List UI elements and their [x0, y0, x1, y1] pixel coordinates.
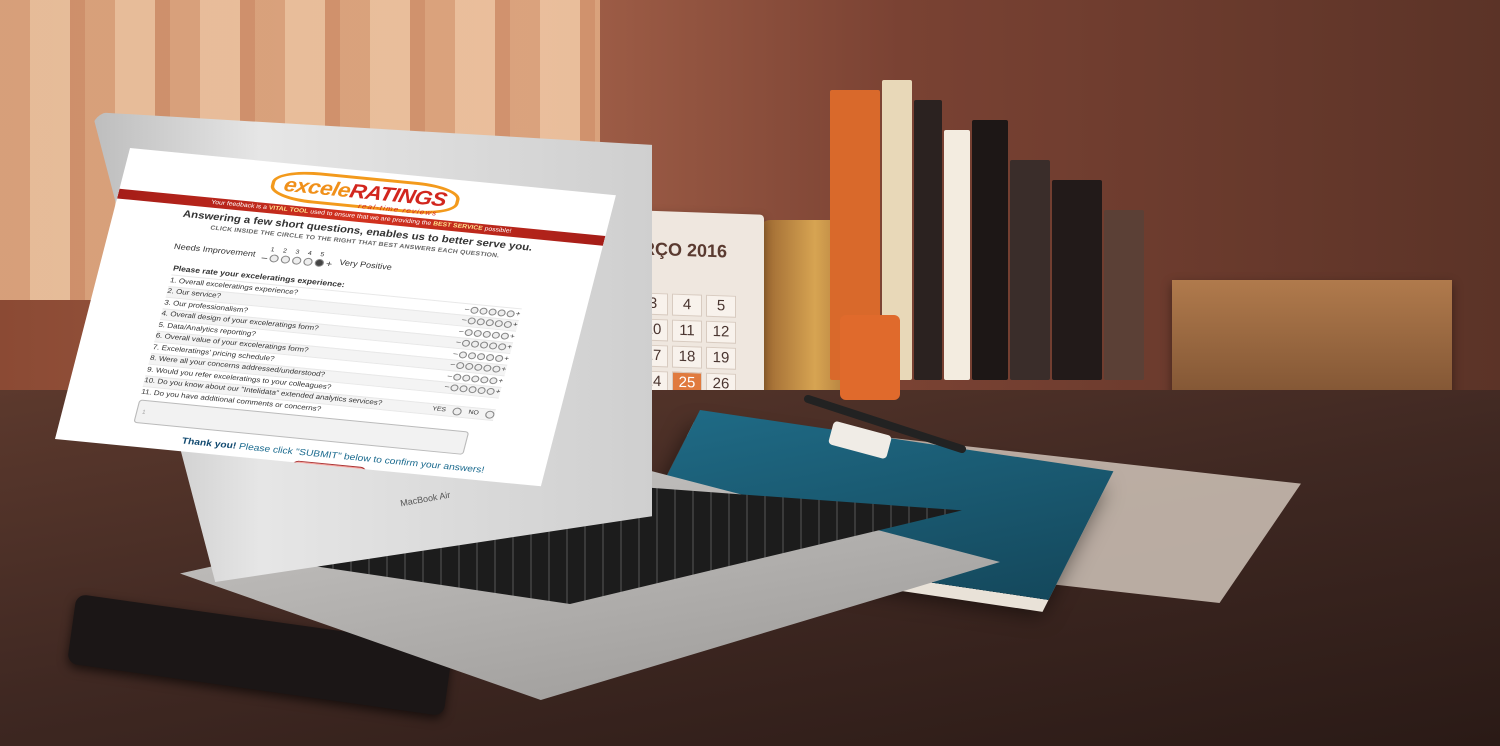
minus-icon: – — [443, 383, 451, 392]
rating-radio[interactable] — [461, 374, 472, 382]
book — [914, 100, 942, 380]
rating-radio[interactable] — [478, 307, 489, 315]
plus-icon: + — [506, 344, 513, 352]
book — [1052, 180, 1102, 380]
plus-icon: + — [500, 366, 507, 374]
book — [1010, 160, 1050, 380]
rating-radio[interactable] — [479, 375, 490, 384]
book — [1104, 210, 1144, 380]
scale-high-label: Very Positive — [338, 257, 394, 272]
rating-radio[interactable] — [485, 353, 495, 362]
rating-radio[interactable] — [467, 386, 478, 394]
rating-radio[interactable] — [455, 362, 465, 370]
scale-circle-filled-icon — [313, 258, 325, 268]
scale-circle-icon — [291, 256, 303, 266]
plus-icon: + — [514, 310, 522, 318]
calendar-day: 19 — [706, 346, 736, 370]
banner-suffix: possible! — [483, 226, 512, 235]
logo-text-part1: excele — [281, 174, 353, 202]
yes-label: YES — [431, 405, 447, 414]
minus-icon: – — [449, 361, 456, 369]
no-radio[interactable] — [484, 410, 496, 419]
thanks-strong: Thank you! — [180, 435, 238, 451]
rating-radio[interactable] — [490, 331, 501, 339]
rating-radio[interactable] — [482, 364, 493, 373]
rating-radio[interactable] — [466, 317, 477, 325]
rating-radio[interactable] — [475, 318, 486, 326]
plus-icon: + — [503, 355, 510, 363]
rating-radio[interactable] — [479, 341, 489, 350]
calendar-day: 5 — [706, 294, 736, 318]
rating-radio[interactable] — [487, 308, 498, 316]
rating-radio[interactable] — [476, 386, 487, 395]
calendar-day: 12 — [706, 320, 736, 344]
rating-radio[interactable] — [470, 374, 481, 383]
rating-radio[interactable] — [460, 339, 471, 348]
plus-icon: + — [494, 388, 502, 396]
scale-circle-icon — [302, 257, 314, 267]
rating-radio[interactable] — [458, 350, 468, 359]
rating-radio[interactable] — [493, 320, 504, 328]
book — [972, 120, 1008, 380]
minus-icon: – — [455, 339, 462, 347]
calendar-day: 18 — [672, 345, 702, 369]
minus-icon: – — [452, 350, 459, 358]
plus-icon: + — [511, 321, 519, 330]
rating-radio[interactable] — [467, 351, 477, 360]
comments-value: 1 — [141, 409, 147, 416]
rating-radio[interactable] — [473, 363, 483, 372]
rating-radio[interactable] — [481, 330, 492, 338]
rating-radio[interactable] — [476, 352, 486, 361]
rating-radio[interactable] — [484, 319, 495, 327]
no-label: NO — [467, 409, 480, 417]
rating-radio[interactable] — [472, 329, 483, 338]
scale-circle-icon — [268, 254, 280, 263]
rating-radio[interactable] — [496, 308, 507, 317]
scale-numbers-block: 1 2 3 4 5 – + — [260, 247, 334, 269]
laptop-screen: exceleRATINGS real-time reviews Your fee… — [55, 148, 616, 487]
rating-radio[interactable] — [470, 340, 480, 349]
book — [944, 130, 970, 380]
rating-radio[interactable] — [449, 384, 460, 392]
plus-icon: + — [509, 332, 516, 341]
banner-emphasis-1: VITAL TOOL — [267, 205, 309, 215]
minus-icon: – — [260, 252, 269, 263]
rating-radio[interactable] — [452, 373, 463, 381]
minus-icon: – — [446, 372, 453, 380]
plus-icon: + — [497, 377, 504, 385]
minus-icon: – — [458, 328, 465, 336]
rating-radio[interactable] — [464, 362, 474, 371]
rating-radio[interactable] — [458, 385, 469, 393]
yes-radio[interactable] — [451, 406, 463, 416]
calendar-day: 11 — [672, 319, 702, 343]
minus-icon: – — [461, 316, 468, 325]
scale-low-label: Needs Improvement — [173, 241, 257, 259]
plus-icon: + — [324, 258, 334, 269]
calendar-day: 4 — [672, 293, 702, 317]
rating-radio[interactable] — [488, 342, 498, 350]
rating-radio[interactable] — [469, 306, 480, 314]
scale-circle-icon — [279, 255, 291, 264]
minus-icon: – — [464, 305, 471, 313]
rating-radio[interactable] — [463, 328, 474, 337]
toy-bus — [840, 315, 900, 400]
